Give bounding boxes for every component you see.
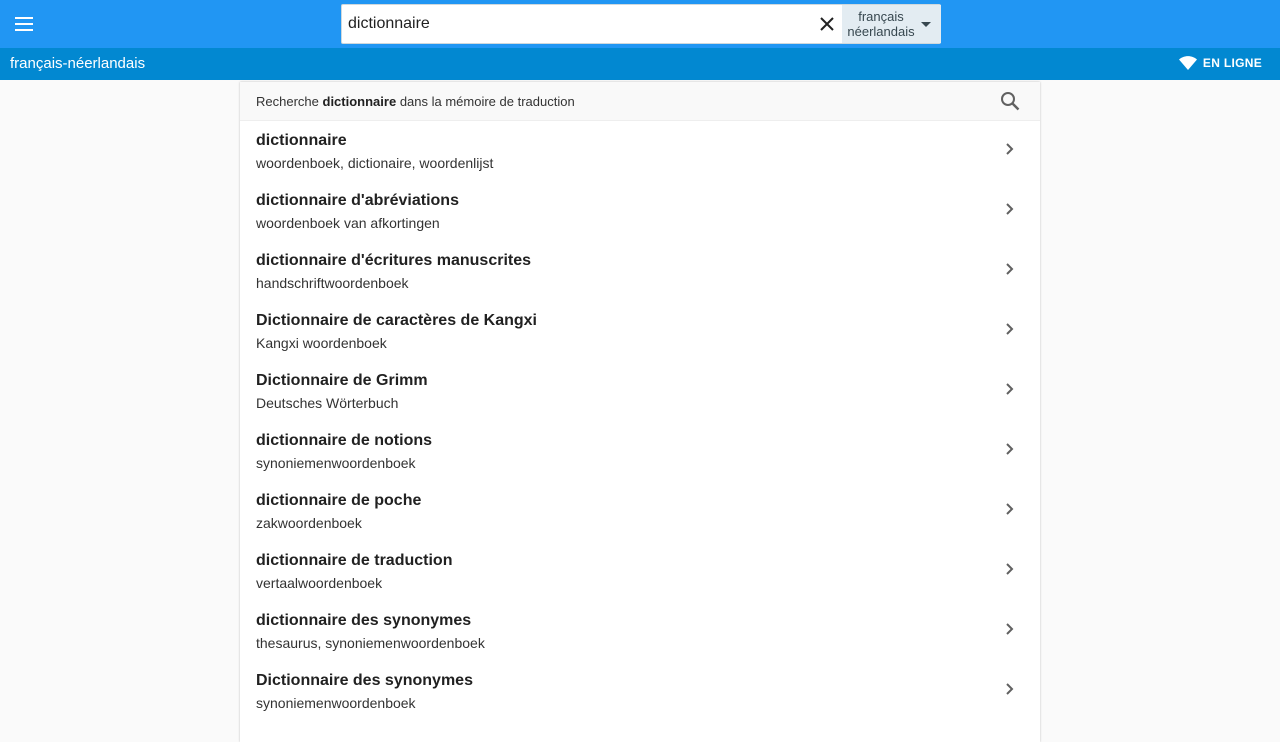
- language-pair-bar: français-néerlandais EN LIGNE: [0, 48, 1280, 80]
- results-panel: Recherche dictionnaire dans la mémoire d…: [240, 82, 1040, 742]
- menu-button[interactable]: [4, 4, 44, 44]
- result-term: Dictionnaire de Grimm: [256, 372, 428, 389]
- result-translation: zakwoordenboek: [256, 515, 362, 531]
- list-item[interactable]: Dictionnaire des synonymes synoniemenwoo…: [240, 660, 1040, 720]
- chevron-right-icon: [1006, 443, 1014, 455]
- memory-suffix: dans la mémoire de traduction: [399, 94, 575, 109]
- chevron-right-icon: [1006, 563, 1014, 575]
- result-translation: synoniemenwoordenboek: [256, 695, 416, 711]
- caret-down-icon: [921, 22, 931, 27]
- language-selector-label: français néerlandais: [842, 9, 920, 39]
- source-language: français: [858, 9, 904, 24]
- result-term: dictionnaire d'écritures manuscrites: [256, 252, 532, 269]
- results-list: dictionnaire woordenboek, dictionaire, w…: [240, 120, 1040, 720]
- chevron-right-icon: [1006, 503, 1014, 515]
- language-selector[interactable]: français néerlandais: [842, 5, 941, 43]
- search-icon: [1001, 92, 1020, 111]
- list-item[interactable]: Dictionnaire de Grimm Deutsches Wörterbu…: [240, 360, 1040, 420]
- result-translation: Kangxi woordenboek: [256, 335, 387, 351]
- search-box: français néerlandais: [341, 4, 941, 44]
- result-term: dictionnaire des synonymes: [256, 612, 472, 629]
- result-term: dictionnaire de traduction: [256, 552, 453, 569]
- translation-memory-search[interactable]: Recherche dictionnaire dans la mémoire d…: [240, 82, 1040, 121]
- language-pair-label: français-néerlandais: [10, 55, 146, 72]
- close-icon: [820, 17, 834, 31]
- chevron-right-icon: [1006, 203, 1014, 215]
- chevron-right-icon: [1006, 263, 1014, 275]
- chevron-right-icon: [1006, 383, 1014, 395]
- menu-icon: [15, 17, 33, 31]
- translation-memory-text: Recherche dictionnaire dans la mémoire d…: [256, 94, 575, 109]
- list-item[interactable]: dictionnaire des synonymes thesaurus, sy…: [240, 600, 1040, 660]
- chevron-right-icon: [1006, 143, 1014, 155]
- list-item[interactable]: dictionnaire de poche zakwoordenboek: [240, 480, 1040, 540]
- list-item[interactable]: dictionnaire de notions synoniemenwoorde…: [240, 420, 1040, 480]
- target-language: néerlandais: [847, 24, 915, 39]
- result-term: dictionnaire: [256, 132, 347, 149]
- list-item[interactable]: dictionnaire woordenboek, dictionaire, w…: [240, 120, 1040, 180]
- result-translation: thesaurus, synoniemenwoordenboek: [256, 635, 485, 651]
- result-translation: woordenboek van afkortingen: [256, 215, 440, 231]
- memory-prefix: Recherche: [256, 94, 319, 109]
- result-term: Dictionnaire de caractères de Kangxi: [256, 312, 537, 329]
- online-status[interactable]: EN LIGNE: [1178, 56, 1262, 70]
- list-item[interactable]: dictionnaire d'abréviations woordenboek …: [240, 180, 1040, 240]
- memory-term: dictionnaire: [322, 94, 397, 109]
- clear-search-button[interactable]: [812, 9, 842, 39]
- result-term: dictionnaire de poche: [256, 492, 422, 509]
- chevron-right-icon: [1006, 683, 1014, 695]
- result-translation: vertaalwoordenboek: [256, 575, 383, 591]
- chevron-right-icon: [1006, 323, 1014, 335]
- result-term: Dictionnaire des synonymes: [256, 672, 473, 689]
- result-translation: Deutsches Wörterbuch: [256, 395, 399, 411]
- result-term: dictionnaire de notions: [256, 432, 433, 449]
- list-item[interactable]: Dictionnaire de caractères de Kangxi Kan…: [240, 300, 1040, 360]
- list-item[interactable]: dictionnaire de traduction vertaalwoorde…: [240, 540, 1040, 600]
- result-translation: handschriftwoordenboek: [256, 275, 409, 291]
- result-translation: woordenboek, dictionaire, woordenlijst: [256, 155, 494, 171]
- result-term: dictionnaire d'abréviations: [256, 192, 459, 209]
- wifi-icon: [1178, 56, 1197, 70]
- online-status-label: EN LIGNE: [1202, 56, 1262, 70]
- result-translation: synoniemenwoordenboek: [256, 455, 416, 471]
- list-item[interactable]: dictionnaire d'écritures manuscrites han…: [240, 240, 1040, 300]
- top-app-bar: français néerlandais: [0, 0, 1280, 48]
- search-input[interactable]: [348, 5, 808, 43]
- chevron-right-icon: [1006, 623, 1014, 635]
